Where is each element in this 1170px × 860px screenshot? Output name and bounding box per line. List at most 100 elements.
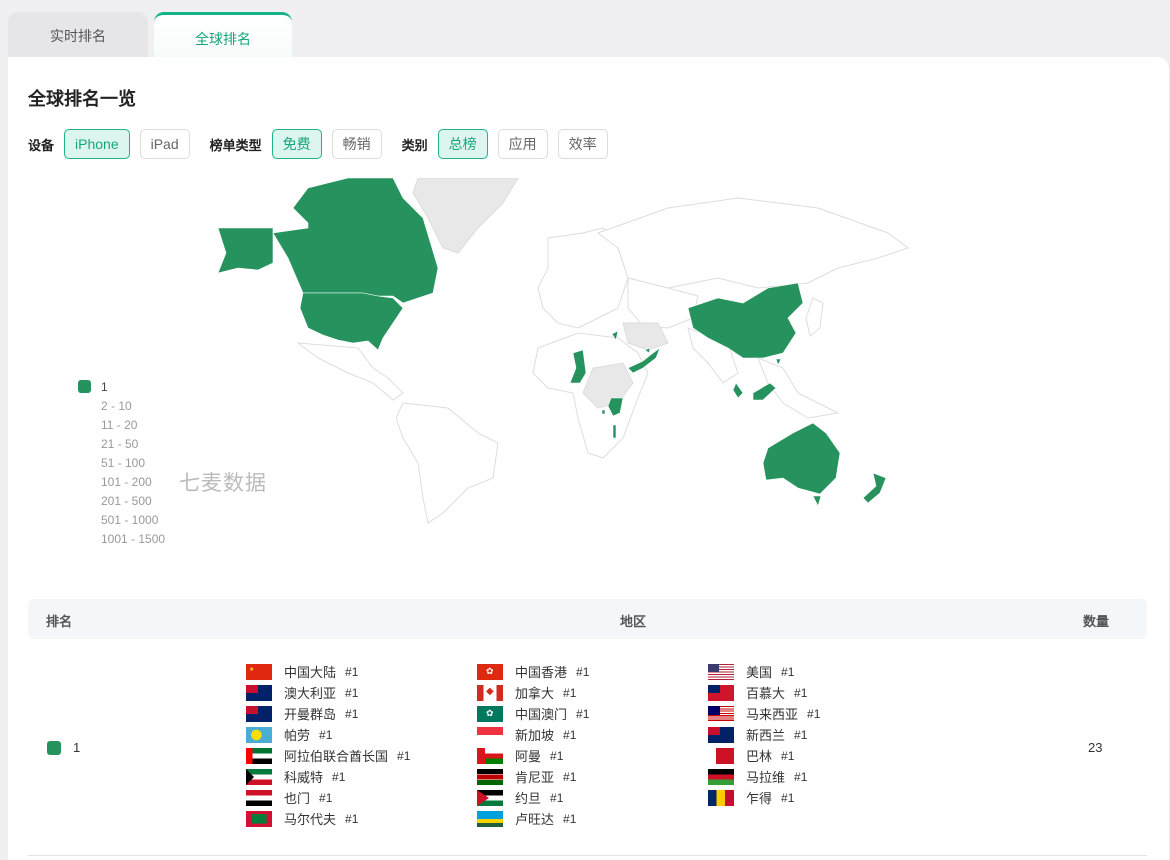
region-name: 帕劳 [284, 728, 311, 743]
region-name: 加拿大 [515, 686, 555, 701]
region-item[interactable]: ★ 中国大陆 #1 [246, 661, 477, 682]
map-region-new-zealand [862, 472, 887, 504]
legend-item-1001-1500[interactable]: 1001 - 1500 [78, 529, 165, 548]
region-rank: #1 [576, 706, 590, 721]
chart-type-free-button[interactable]: 免费 [271, 129, 322, 159]
tab-bar: 实时排名 全球排名 [8, 12, 292, 58]
map-region-malaysia [732, 382, 744, 399]
category-productivity-button[interactable]: 效率 [557, 129, 608, 159]
region-name: 澳大利亚 [284, 686, 337, 701]
flag-rw-icon [477, 810, 503, 827]
flag-mo-icon: ✿ [477, 705, 503, 722]
legend-item-201-500[interactable]: 201 - 500 [78, 491, 165, 510]
region-rank: #1 [807, 706, 821, 721]
legend-item-101-200[interactable]: 101 - 200 [78, 472, 165, 491]
region-item[interactable]: 美国 #1 [708, 661, 939, 682]
region-rank: #1 [563, 685, 577, 700]
global-ranking-panel: 全球排名一览 设备 iPhone iPad 榜单类型 免费 畅销 类别 总榜 应… [8, 57, 1169, 860]
flag-pw-icon [246, 726, 272, 743]
flag-ae-icon [246, 747, 272, 764]
region-item[interactable]: ✿ 中国澳门 #1 [477, 703, 708, 724]
header-region: 地区 [620, 614, 647, 629]
region-item[interactable]: 马拉维 #1 [708, 766, 939, 787]
map-region-mexico [296, 342, 404, 401]
region-rank: #1 [397, 748, 411, 763]
region-rank: #1 [319, 790, 333, 805]
map-region-hong-kong [775, 358, 782, 366]
region-rank: #1 [345, 664, 359, 679]
tab-realtime-ranking[interactable]: 实时排名 [8, 12, 148, 57]
flag-sg-icon [477, 726, 503, 743]
watermark: 七麦数据 [179, 472, 267, 495]
table-row: 1 ★ 中国大陆 #1 澳大利亚 #1 开曼群岛 #1 帕劳 #1 阿拉伯联合酋长国 #1 科威特 #1… [28, 639, 1147, 856]
legend-item-21-50[interactable]: 21 - 50 [78, 434, 165, 453]
flag-my-icon [708, 705, 734, 722]
region-rank: #1 [576, 664, 590, 679]
region-name: 约旦 [515, 791, 542, 806]
region-name: 马来西亚 [746, 707, 799, 722]
region-rank: #1 [550, 790, 564, 805]
map-region-malaysia-borneo [752, 382, 777, 401]
region-name: 中国澳门 [515, 707, 568, 722]
region-item[interactable]: 卢旺达 #1 [477, 808, 708, 829]
region-item[interactable]: ◆ 加拿大 #1 [477, 682, 708, 703]
region-item[interactable]: 马来西亚 #1 [708, 703, 939, 724]
map-region-south-america [395, 402, 499, 524]
legend-item-51-100[interactable]: 51 - 100 [78, 453, 165, 472]
chart-type-grossing-button[interactable]: 畅销 [331, 129, 382, 159]
header-count: 数量 [1083, 614, 1110, 629]
device-iphone-button[interactable]: iPhone [64, 129, 130, 159]
category-overall-button[interactable]: 总榜 [437, 129, 488, 159]
world-map[interactable] [198, 178, 918, 528]
category-apps-button[interactable]: 应用 [497, 129, 548, 159]
map-region-canada [272, 178, 439, 304]
region-item[interactable]: 马尔代夫 #1 [246, 808, 477, 829]
region-name: 科威特 [284, 770, 324, 785]
flag-nz-icon [708, 726, 734, 743]
region-item[interactable]: 阿拉伯联合酋长国 #1 [246, 745, 477, 766]
region-item[interactable]: 百慕大 #1 [708, 682, 939, 703]
region-item[interactable]: 巴林 #1 [708, 745, 939, 766]
legend-item-11-20[interactable]: 11 - 20 [78, 415, 165, 434]
device-ipad-button[interactable]: iPad [139, 129, 190, 159]
map-region-tasmania [812, 495, 822, 507]
region-item[interactable]: 澳大利亚 #1 [246, 682, 477, 703]
region-item[interactable]: 科威特 #1 [246, 766, 477, 787]
filter-bar: 设备 iPhone iPad 榜单类型 免费 畅销 类别 总榜 应用 效率 [28, 129, 618, 159]
flag-au-icon [246, 684, 272, 701]
rank-color-swatch [47, 740, 61, 755]
region-rank: #1 [563, 727, 577, 742]
region-rank: #1 [345, 685, 359, 700]
region-rank: #1 [781, 664, 795, 679]
rank-cell: 1 [47, 740, 80, 755]
region-item[interactable]: 约旦 #1 [477, 787, 708, 808]
map-region-russia [596, 197, 910, 289]
map-region-japan [805, 297, 824, 337]
legend-item-501-1000[interactable]: 501 - 1000 [78, 510, 165, 529]
region-item[interactable]: 新西兰 #1 [708, 724, 939, 745]
region-item[interactable]: 肯尼亚 #1 [477, 766, 708, 787]
region-rank: #1 [794, 727, 808, 742]
region-item[interactable]: 新加坡 #1 [477, 724, 708, 745]
flag-ye-icon [246, 789, 272, 806]
region-rank: #1 [794, 769, 808, 784]
flag-cn-icon: ★ [246, 663, 272, 680]
map-region-australia [762, 422, 841, 495]
region-item[interactable]: 帕劳 #1 [246, 724, 477, 745]
region-item[interactable]: 乍得 #1 [708, 787, 939, 808]
region-name: 马尔代夫 [284, 812, 337, 827]
flag-hk-icon: ✿ [477, 663, 503, 680]
region-item[interactable]: 也门 #1 [246, 787, 477, 808]
legend-item-1[interactable]: 1 [78, 377, 165, 396]
region-name: 乍得 [746, 791, 773, 806]
region-name: 阿曼 [515, 749, 542, 764]
region-item[interactable]: 阿曼 #1 [477, 745, 708, 766]
tab-global-ranking[interactable]: 全球排名 [154, 12, 292, 58]
region-item[interactable]: 开曼群岛 #1 [246, 703, 477, 724]
header-rank: 排名 [46, 614, 73, 629]
region-item[interactable]: ✿ 中国香港 #1 [477, 661, 708, 682]
region-rank: #1 [794, 685, 808, 700]
map-legend: 1 2 - 10 11 - 20 21 - 50 51 - 100 101 - … [78, 377, 165, 548]
legend-item-2-10[interactable]: 2 - 10 [78, 396, 165, 415]
region-rank: #1 [550, 748, 564, 763]
